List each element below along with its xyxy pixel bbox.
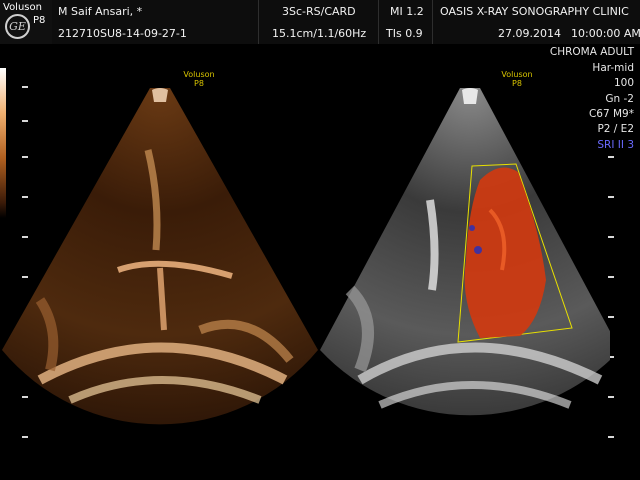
left-probe-mark-brand: Voluson bbox=[183, 70, 215, 79]
right-probe-mark: Voluson P8 bbox=[497, 70, 537, 88]
sri-setting: SRI II 3 bbox=[597, 139, 634, 151]
exam-date: 27.09.2014 bbox=[498, 27, 561, 40]
header-divider bbox=[378, 0, 379, 44]
exam-time: 10:00:00 AM bbox=[571, 27, 640, 40]
brand-block: Voluson GE P8 bbox=[0, 0, 52, 44]
brand-name: Voluson bbox=[3, 2, 42, 13]
mode-label: CHROMA ADULT bbox=[549, 46, 634, 58]
right-probe-mark-brand: Voluson bbox=[501, 70, 533, 79]
power-setting: 100 bbox=[613, 77, 634, 89]
ge-logo-icon: GE bbox=[5, 14, 30, 39]
harmonic-setting: Har-mid bbox=[592, 62, 634, 74]
clinic-name: OASIS X-RAY SONOGRAPHY CLINIC bbox=[440, 5, 629, 18]
probe-mode: 3Sc-RS/CARD bbox=[282, 5, 356, 18]
right-echo-image bbox=[320, 88, 610, 416]
patient-name: M Saif Ansari, * bbox=[58, 5, 143, 18]
contrast-setting: C67 M9* bbox=[588, 108, 634, 120]
left-probe-mark-probe: P8 bbox=[194, 79, 204, 88]
thermal-index: TIs 0.9 bbox=[386, 27, 423, 40]
brand-probe: P8 bbox=[33, 15, 46, 26]
patient-id: 212710SU8-14-09-27-1 bbox=[58, 27, 187, 40]
header-divider bbox=[258, 0, 259, 44]
depth-info: 15.1cm/1.1/60Hz bbox=[272, 27, 367, 40]
header-bar: Voluson GE P8 M Saif Ansari, * 212710SU8… bbox=[0, 0, 640, 44]
left-echo-image bbox=[2, 88, 318, 425]
gain-setting: Gn -2 bbox=[605, 93, 634, 105]
right-probe-mark-probe: P8 bbox=[512, 79, 522, 88]
persistence-setting: P2 / E2 bbox=[597, 123, 634, 135]
header-divider bbox=[432, 0, 433, 44]
mechanical-index: MI 1.2 bbox=[390, 5, 424, 18]
left-probe-mark: Voluson P8 bbox=[179, 70, 219, 88]
